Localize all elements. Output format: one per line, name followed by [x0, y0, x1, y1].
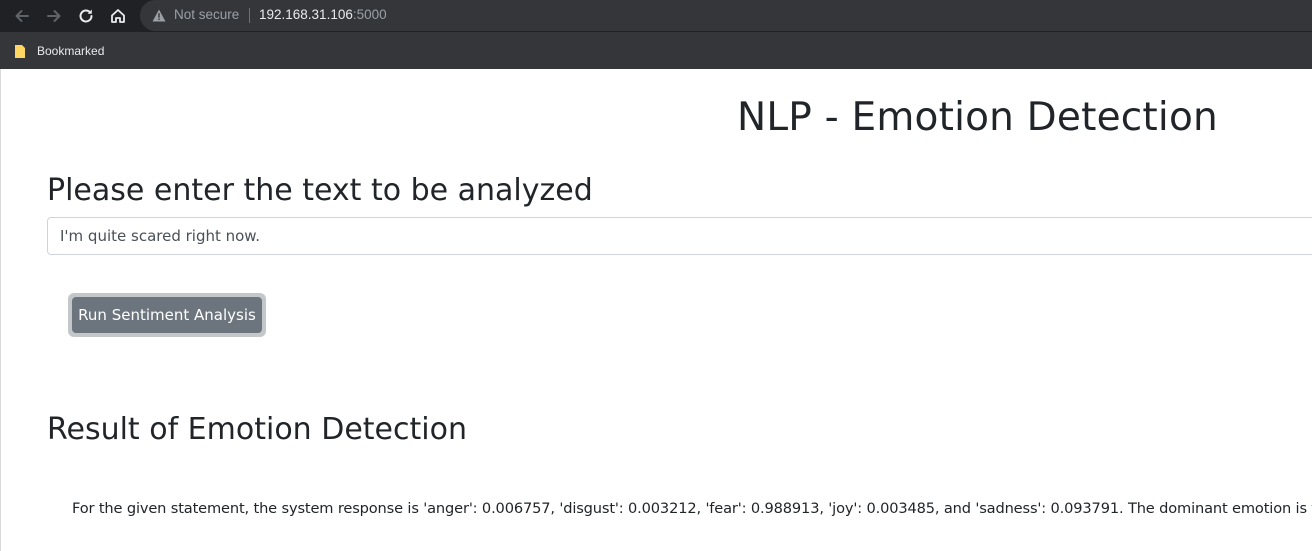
text-to-analyze-input[interactable] — [47, 217, 1312, 255]
home-icon[interactable] — [107, 5, 129, 27]
page-content: NLP - Emotion Detection Please enter the… — [0, 69, 1312, 551]
back-arrow-icon[interactable] — [11, 5, 33, 27]
bookmark-label: Bookmarked — [37, 44, 105, 58]
address-bar[interactable]: Not secure 192.168.31.106:5000 — [140, 0, 1312, 31]
prompt-heading: Please enter the text to be analyzed — [47, 173, 593, 208]
address-bar-divider — [249, 8, 250, 23]
url-text[interactable]: 192.168.31.106:5000 — [259, 7, 387, 22]
warning-triangle-icon[interactable] — [152, 9, 166, 22]
result-heading: Result of Emotion Detection — [47, 412, 467, 447]
result-text: For the given statement, the system resp… — [72, 500, 1312, 517]
reload-icon[interactable] — [75, 5, 97, 27]
url-port: :5000 — [352, 7, 387, 22]
forward-arrow-icon[interactable] — [43, 5, 65, 27]
page-title: NLP - Emotion Detection — [737, 95, 1218, 140]
bookmarks-bar: Bookmarked — [0, 32, 1312, 69]
bookmark-folder[interactable]: Bookmarked — [14, 42, 104, 60]
security-status-label[interactable]: Not secure — [174, 7, 239, 22]
run-sentiment-analysis-button[interactable]: Run Sentiment Analysis — [72, 297, 262, 333]
browser-toolbar: Not secure 192.168.31.106:5000 — [0, 0, 1312, 32]
bookmark-folder-icon — [15, 44, 25, 58]
url-host: 192.168.31.106 — [259, 7, 353, 22]
